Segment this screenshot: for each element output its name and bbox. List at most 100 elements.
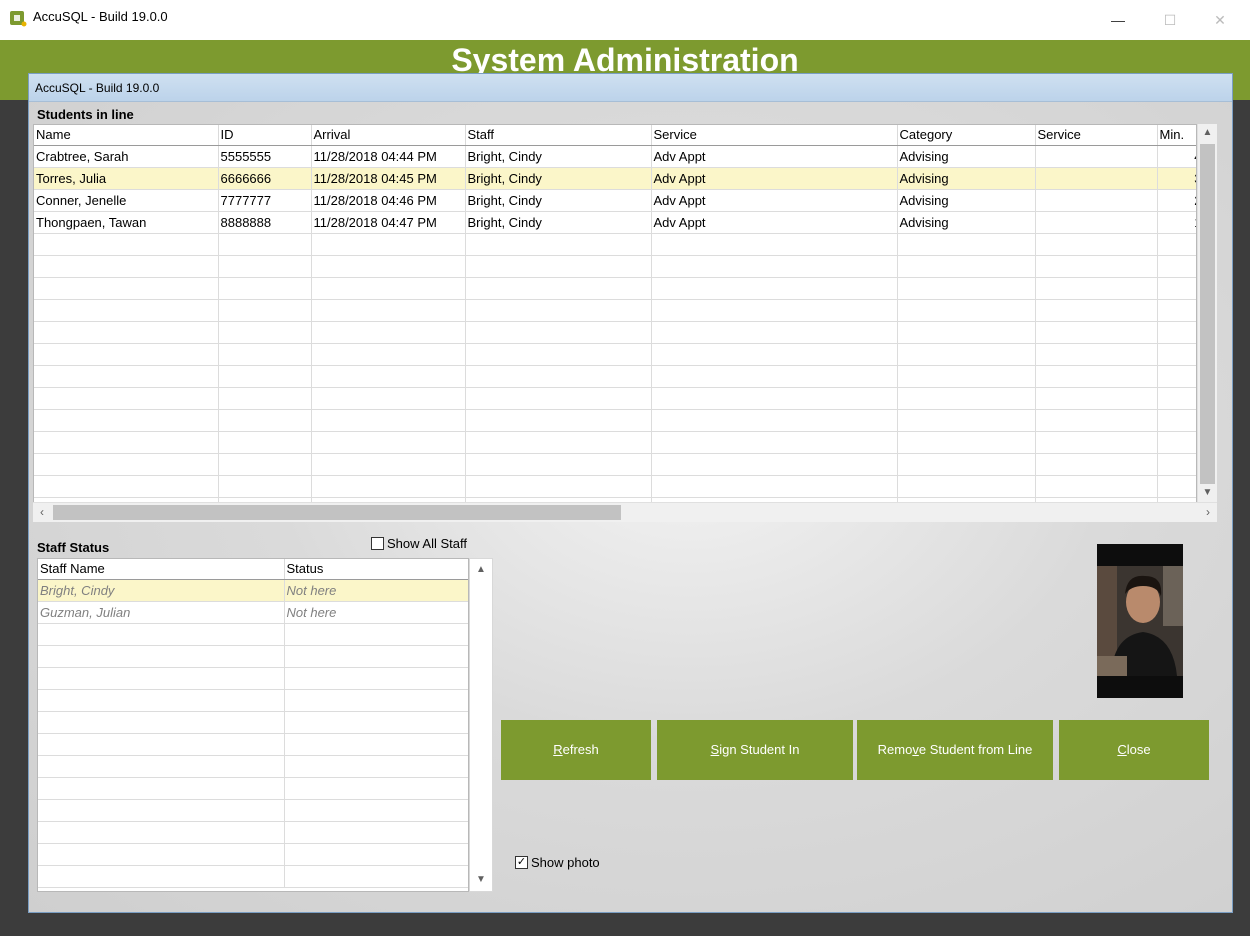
cell-category: Advising: [897, 145, 1036, 168]
table-row-selected[interactable]: Torres, Julia 6666666 11/28/2018 04:45 P…: [34, 167, 1196, 190]
empty-cell: [311, 387, 466, 410]
column-header-staff[interactable]: Staff: [465, 125, 652, 146]
empty-cell: [311, 453, 466, 476]
cell-service: Adv Appt: [651, 189, 898, 212]
empty-cell: [34, 233, 219, 256]
cell-staff-name: Guzman, Julian: [38, 601, 285, 624]
empty-cell: [311, 475, 466, 498]
table-row[interactable]: Conner, Jenelle 7777777 11/28/2018 04:46…: [34, 189, 1196, 212]
scroll-down-arrow-icon[interactable]: ▼: [1198, 484, 1217, 502]
scroll-up-arrow-icon[interactable]: ▲: [470, 561, 492, 579]
empty-cell: [651, 475, 898, 498]
empty-cell: [897, 343, 1036, 366]
table-row[interactable]: Crabtree, Sarah 5555555 11/28/2018 04:44…: [34, 145, 1196, 168]
empty-cell: [1157, 233, 1196, 256]
empty-cell: [218, 299, 312, 322]
cell-name: Torres, Julia: [34, 167, 219, 190]
empty-cell: [651, 255, 898, 278]
empty-row: [38, 755, 468, 778]
close-button[interactable]: Close: [1059, 720, 1209, 780]
empty-row: [38, 777, 468, 800]
column-header-id[interactable]: ID: [218, 125, 312, 146]
empty-cell: [897, 233, 1036, 256]
cell-arrival: 11/28/2018 04:44 PM: [311, 145, 466, 168]
table-row[interactable]: Thongpaen, Tawan 8888888 11/28/2018 04:4…: [34, 211, 1196, 234]
empty-cell: [284, 623, 468, 646]
checkbox-box[interactable]: [371, 537, 384, 550]
empty-cell: [465, 431, 652, 454]
empty-cell: [465, 365, 652, 388]
scroll-down-arrow-icon[interactable]: ▼: [470, 871, 492, 889]
column-header-service-2[interactable]: Service: [1035, 125, 1158, 146]
column-header-min[interactable]: Min.: [1157, 125, 1196, 146]
scroll-right-arrow-icon[interactable]: ›: [1199, 503, 1217, 522]
scrollbar-thumb[interactable]: [1200, 144, 1215, 484]
maximize-button[interactable]: ☐: [1152, 6, 1188, 34]
empty-cell: [38, 667, 285, 690]
empty-cell: [38, 623, 285, 646]
empty-cell: [284, 821, 468, 844]
dialog-title: AccuSQL - Build 19.0.0: [35, 81, 160, 95]
column-header-service[interactable]: Service: [651, 125, 898, 146]
window-titlebar: AccuSQL - Build 19.0.0 — ☐ ✕: [0, 0, 1250, 40]
remove-student-from-line-button[interactable]: Remove Student from Line: [857, 720, 1053, 780]
empty-cell: [651, 321, 898, 344]
empty-cell: [651, 431, 898, 454]
empty-cell: [465, 475, 652, 498]
empty-row: [38, 865, 468, 888]
refresh-button[interactable]: Refresh: [501, 720, 651, 780]
checkbox-box[interactable]: ✓: [515, 856, 528, 869]
empty-cell: [34, 475, 219, 498]
students-vertical-scrollbar[interactable]: ▲ ▼: [1197, 124, 1217, 502]
empty-cell: [1035, 277, 1158, 300]
empty-cell: [218, 453, 312, 476]
cell-arrival: 11/28/2018 04:46 PM: [311, 189, 466, 212]
table-row[interactable]: Guzman, Julian Not here: [38, 601, 468, 624]
sign-student-in-button[interactable]: Sign Student In: [657, 720, 853, 780]
empty-row: [34, 409, 1196, 432]
accusql-app-icon: [10, 11, 27, 27]
empty-cell: [651, 387, 898, 410]
empty-cell: [34, 343, 219, 366]
students-horizontal-scrollbar[interactable]: ‹ ›: [33, 502, 1217, 522]
empty-row: [38, 711, 468, 734]
empty-cell: [1157, 343, 1196, 366]
empty-cell: [651, 409, 898, 432]
empty-row: [38, 733, 468, 756]
empty-cell: [465, 453, 652, 476]
scroll-left-arrow-icon[interactable]: ‹: [33, 503, 51, 522]
students-grid[interactable]: Name ID Arrival Staff Service Category S…: [33, 124, 1197, 521]
empty-cell: [284, 733, 468, 756]
column-header-staff-name[interactable]: Staff Name: [38, 559, 285, 580]
empty-cell: [897, 431, 1036, 454]
empty-cell: [38, 755, 285, 778]
column-header-category[interactable]: Category: [897, 125, 1036, 146]
cell-name: Crabtree, Sarah: [34, 145, 219, 168]
empty-row: [38, 645, 468, 668]
empty-cell: [651, 453, 898, 476]
empty-cell: [897, 387, 1036, 410]
column-header-status[interactable]: Status: [284, 559, 468, 580]
empty-cell: [1157, 321, 1196, 344]
minimize-button[interactable]: —: [1100, 6, 1136, 34]
empty-cell: [465, 321, 652, 344]
students-grid-header: Name ID Arrival Staff Service Category S…: [34, 125, 1196, 146]
table-row-selected[interactable]: Bright, Cindy Not here: [38, 579, 468, 602]
show-all-staff-checkbox[interactable]: Show All Staff: [371, 536, 467, 551]
empty-row: [38, 667, 468, 690]
empty-row: [34, 475, 1196, 498]
column-header-name[interactable]: Name: [34, 125, 219, 146]
cell-service-2: [1035, 145, 1158, 168]
staff-status-grid[interactable]: Staff Name Status Bright, Cindy Not here…: [37, 558, 469, 892]
close-window-button[interactable]: ✕: [1202, 6, 1238, 34]
column-header-arrival[interactable]: Arrival: [311, 125, 466, 146]
show-photo-checkbox[interactable]: ✓ Show photo: [515, 855, 600, 870]
scrollbar-thumb[interactable]: [53, 505, 621, 520]
empty-cell: [1035, 453, 1158, 476]
empty-cell: [897, 475, 1036, 498]
empty-cell: [284, 755, 468, 778]
empty-row: [38, 843, 468, 866]
empty-cell: [1035, 409, 1158, 432]
scroll-up-arrow-icon[interactable]: ▲: [1198, 124, 1217, 142]
staff-vertical-scrollbar[interactable]: ▲ ▼: [469, 558, 493, 892]
